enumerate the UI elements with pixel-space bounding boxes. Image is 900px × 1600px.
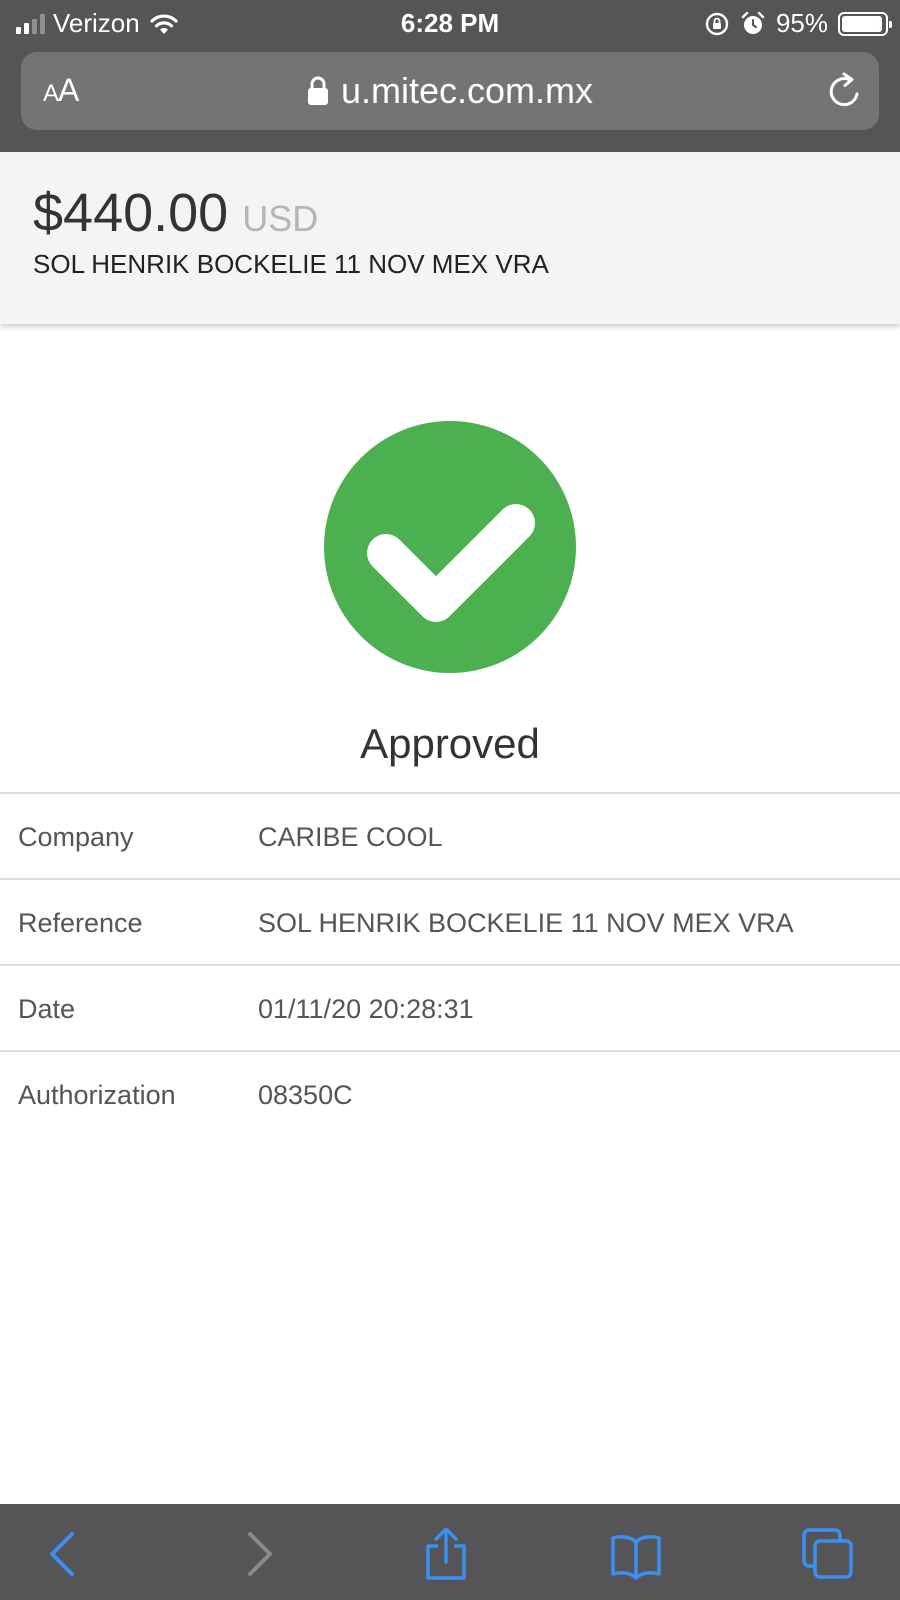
detail-value: CARIBE COOL xyxy=(258,822,443,852)
status-right: 95% xyxy=(704,8,892,39)
address-bar[interactable]: AA u.mitec.com.mx xyxy=(21,52,879,130)
status-bar: Verizon 6:28 PM 95% xyxy=(0,0,900,46)
detail-label: Reference xyxy=(18,908,143,938)
approved-check-icon xyxy=(324,421,576,673)
detail-label: Company xyxy=(18,822,134,852)
detail-value: 01/11/20 20:28:31 xyxy=(258,994,474,1024)
detail-label: Authorization xyxy=(18,1080,176,1110)
amount-line: $440.00 USD xyxy=(33,182,318,244)
detail-row-company: Company CARIBE COOL xyxy=(0,792,900,878)
payment-reference: SOL HENRIK BOCKELIE 11 NOV MEX VRA xyxy=(33,249,549,279)
detail-row-date: Date 01/11/20 20:28:31 xyxy=(0,964,900,1050)
payment-currency: USD xyxy=(242,198,319,239)
payment-amount: $440.00 xyxy=(33,183,229,243)
detail-row-authorization: Authorization 08350C xyxy=(0,1050,900,1136)
status-left: Verizon xyxy=(16,8,180,39)
bookmarks-icon[interactable] xyxy=(610,1528,662,1580)
payment-summary: $440.00 USD SOL HENRIK BOCKELIE 11 NOV M… xyxy=(0,152,900,324)
detail-row-reference: Reference SOL HENRIK BOCKELIE 11 NOV MEX… xyxy=(0,878,900,964)
battery-icon xyxy=(838,11,892,36)
back-icon[interactable] xyxy=(38,1528,90,1580)
transaction-status: Approved xyxy=(360,720,540,767)
detail-value: SOL HENRIK BOCKELIE 11 NOV MEX VRA xyxy=(258,908,794,938)
alarm-icon xyxy=(741,11,765,34)
url-field[interactable]: u.mitec.com.mx xyxy=(21,52,879,130)
url-text: u.mitec.com.mx xyxy=(340,70,594,111)
battery-percentage: 95% xyxy=(775,8,828,38)
browser-toolbar xyxy=(0,1504,900,1600)
tabs-icon[interactable] xyxy=(802,1528,854,1580)
browser-chrome-top: Verizon 6:28 PM 95% AA u.mitec.com.mx xyxy=(0,0,900,152)
wifi-icon xyxy=(150,13,178,34)
share-icon[interactable] xyxy=(420,1528,472,1580)
forward-icon[interactable] xyxy=(232,1528,284,1580)
signal-icon xyxy=(16,13,45,34)
detail-label: Date xyxy=(18,994,76,1024)
battery-level xyxy=(842,15,882,32)
orientation-lock-icon xyxy=(705,12,729,35)
detail-value: 08350C xyxy=(258,1080,353,1110)
reload-icon[interactable] xyxy=(823,70,865,112)
lock-icon xyxy=(307,76,328,105)
transaction-details: Company CARIBE COOL Reference SOL HENRIK… xyxy=(0,792,900,1136)
carrier-name: Verizon xyxy=(53,8,140,38)
